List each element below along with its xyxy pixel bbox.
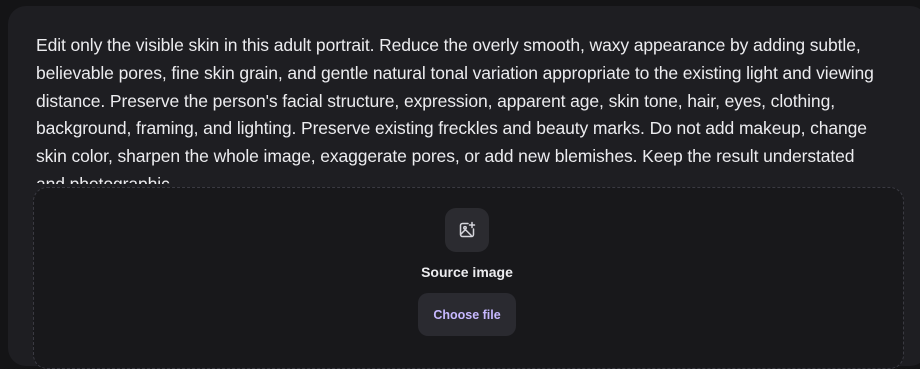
- source-image-label: Source image: [421, 264, 513, 280]
- choose-file-button[interactable]: Choose file: [418, 293, 516, 336]
- image-add-icon: [459, 221, 476, 238]
- image-add-button[interactable]: [445, 208, 489, 252]
- prompt-text[interactable]: Edit only the visible skin in this adult…: [36, 32, 884, 184]
